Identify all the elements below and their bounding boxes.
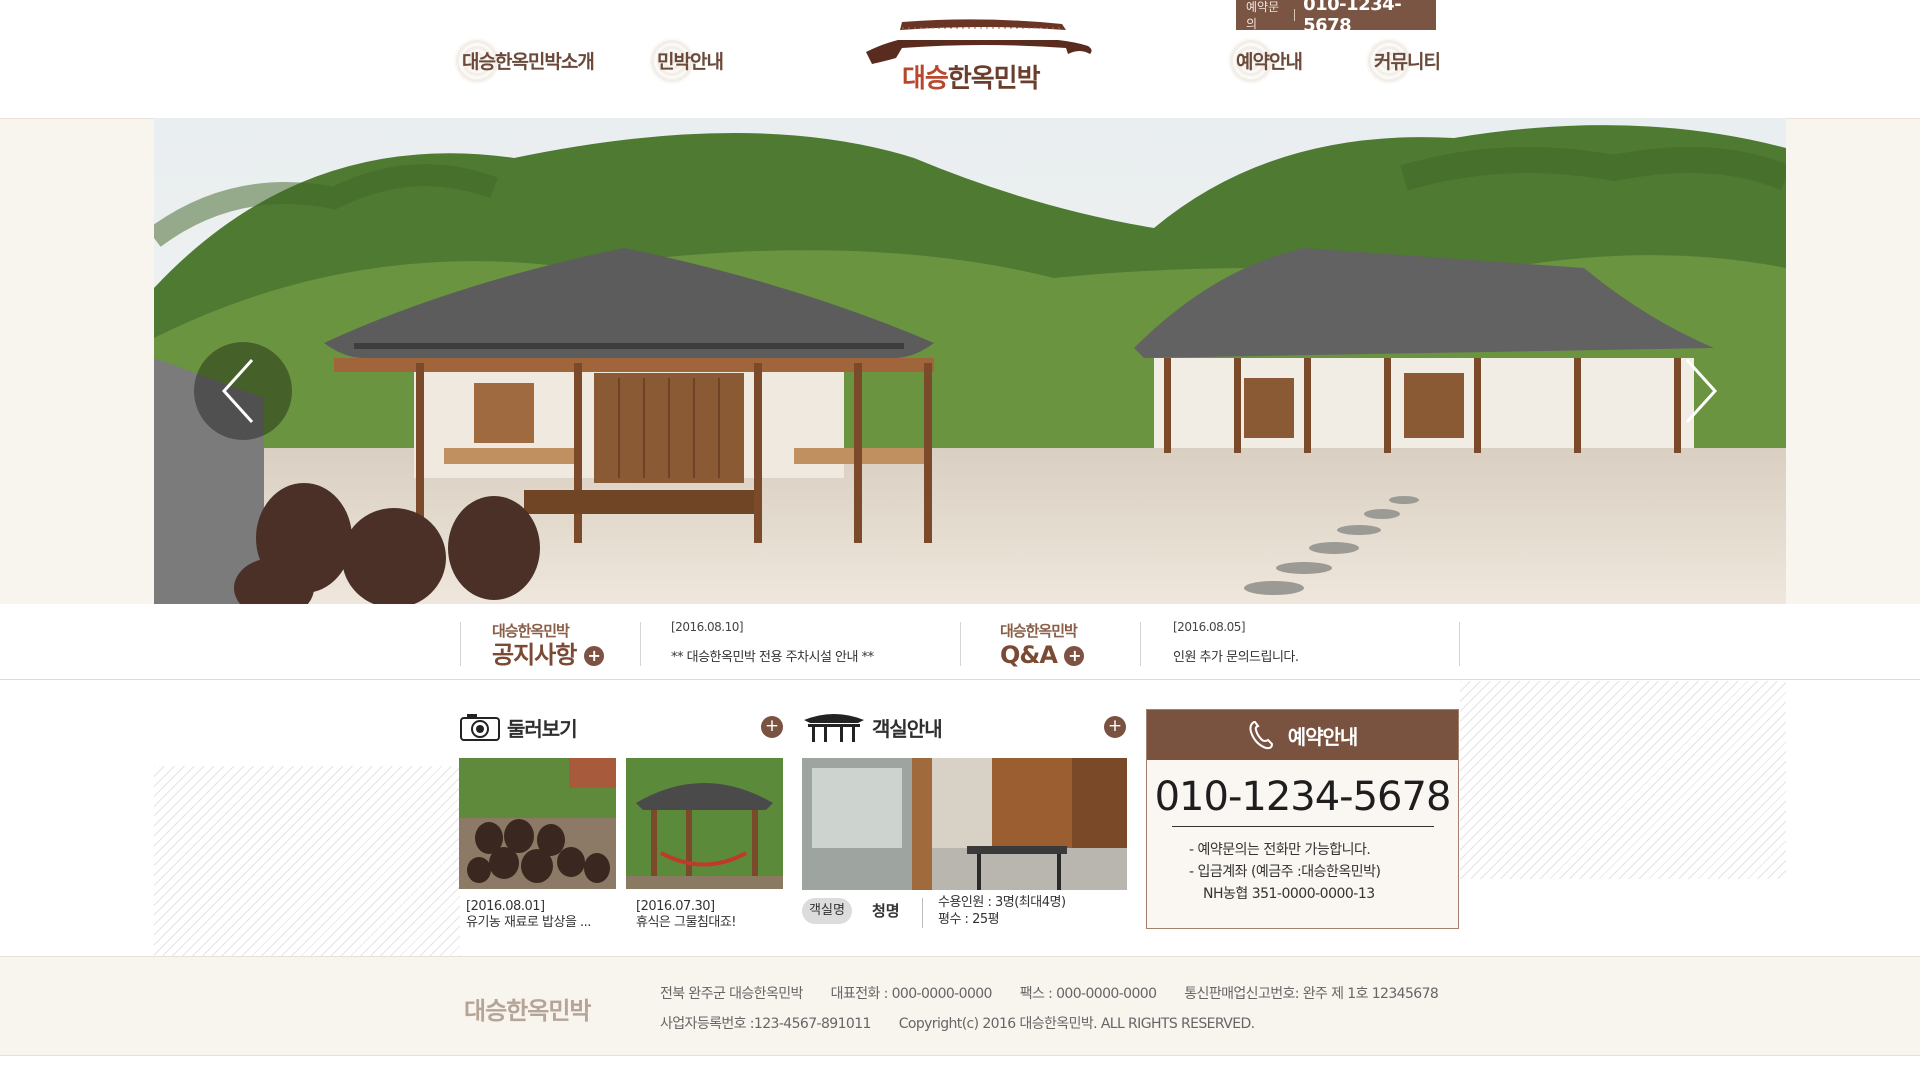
chevron-left-icon	[221, 358, 254, 424]
footer-info-line-1: 전북 완주군 대승한옥민박 대표전화 : 000-0000-0000 팩스 : …	[660, 983, 1462, 1003]
footer-business-no: 사업자등록번호 :123-4567-891011	[660, 1016, 871, 1032]
logo-text: 대승한옥민박	[902, 64, 1041, 94]
site-header: 대승한옥민박소개 민박안내 대승한옥민박 예약문의 010-1234-5678 …	[0, 0, 1920, 118]
nav-guide-label: 민박안내	[657, 50, 724, 73]
reservation-phone: 010-1234-5678	[1154, 774, 1452, 820]
footer-tel: 대표전화 : 000-0000-0000	[830, 986, 993, 1002]
site-logo[interactable]: 대승한옥민박	[862, 18, 1098, 96]
gallery-text-1: 유기농 재료로 밥상을 ...	[466, 915, 591, 930]
qna-latest-item[interactable]: [2016.08.05] 인원 추가 문의드립니다.	[1173, 620, 1299, 666]
notice-latest-item[interactable]: [2016.08.10] ** 대승한옥민박 전용 주차시설 안내 **	[671, 620, 874, 666]
pavilion-icon	[804, 714, 864, 742]
qna-heading-big: Q&A +	[1000, 641, 1085, 669]
notice-heading-big: 공지사항 +	[492, 641, 604, 669]
notice-heading-small: 대승한옥민박	[492, 622, 570, 640]
nav-reservation-label: 예약안내	[1236, 50, 1303, 73]
divider	[1171, 826, 1434, 827]
camera-icon	[460, 714, 500, 741]
reservation-bank-account: NH농협 351-0000-0000-13	[1203, 886, 1375, 902]
hero-slideshow	[154, 118, 1786, 604]
divider	[1140, 622, 1141, 666]
hatch-pattern-left	[154, 766, 460, 956]
divider	[922, 898, 923, 928]
reservation-inquiry-tab[interactable]: 예약문의 010-1234-5678	[1236, 0, 1436, 36]
notice-title: ** 대승한옥민박 전용 주차시설 안내 **	[671, 650, 874, 665]
qna-more-button[interactable]: +	[1064, 646, 1085, 666]
room-name-label: 객실명	[802, 898, 852, 924]
gallery-text-2: 휴식은 그물침대죠!	[636, 915, 737, 930]
nav-community-label: 커뮤니티	[1374, 50, 1441, 73]
divider	[460, 622, 461, 666]
room-capacity: 수용인원 : 3명(최대4명)	[938, 895, 1066, 910]
gallery-thumbnail-1[interactable]	[459, 758, 616, 889]
reservation-inquiry-label: 예약문의	[1246, 0, 1280, 31]
phone-icon	[1249, 721, 1273, 750]
gallery-title[interactable]: 둘러보기	[459, 712, 578, 742]
divider	[1294, 9, 1296, 21]
room-size: 평수 : 25평	[938, 912, 1000, 927]
footer-info-line-2: 사업자등록번호 :123-4567-891011 Copyright(c) 20…	[660, 1013, 1279, 1033]
notice-strip: 대승한옥민박 공지사항 + [2016.08.10] ** 대승한옥민박 전용 …	[0, 604, 1920, 680]
hero-next-button[interactable]	[1647, 342, 1745, 440]
nav-about-label: 대승한옥민박소개	[462, 50, 595, 73]
reservation-box-header[interactable]: 예약안내	[1147, 710, 1458, 760]
hero-hanok-image	[154, 118, 1786, 604]
reservation-box-title: 예약안내	[1287, 724, 1359, 749]
room-photo[interactable]	[802, 758, 1127, 890]
notice-more-button[interactable]: +	[583, 646, 604, 666]
reservation-note-2: - 입금계좌 (예금주 :대승한옥민박)	[1189, 864, 1381, 880]
gallery-title-label: 둘러보기	[507, 716, 578, 741]
hero-prev-button[interactable]	[194, 342, 292, 440]
site-footer: 대승한옥민박 전북 완주군 대승한옥민박 대표전화 : 000-0000-000…	[0, 956, 1920, 1056]
gallery-caption-2[interactable]: [2016.07.30] 휴식은 그물침대죠!	[636, 899, 737, 931]
rooms-more-button[interactable]: +	[1104, 716, 1126, 738]
gallery-date-1: [2016.08.01]	[466, 899, 545, 914]
gallery-more-button[interactable]: +	[761, 716, 783, 738]
nav-guide[interactable]: 민박안내	[649, 36, 724, 84]
room-name-value[interactable]: 청명	[872, 900, 900, 921]
reservation-inquiry-phone: 010-1234-5678	[1303, 0, 1402, 36]
reservation-note-1: - 예약문의는 전화만 가능합니다.	[1189, 842, 1371, 858]
nav-reservation[interactable]: 예약안내	[1228, 36, 1303, 84]
pavilion-photo	[626, 758, 783, 889]
qna-date: [2016.08.05]	[1173, 620, 1246, 634]
footer-fax: 팩스 : 000-0000-0000	[1019, 986, 1157, 1002]
hatch-pattern-right	[1460, 681, 1786, 879]
room-interior-photo	[802, 758, 1127, 890]
footer-logo: 대승한옥민박	[464, 997, 591, 1025]
footer-copyright: Copyright(c) 2016 대승한옥민박. ALL RIGHTS RES…	[898, 1016, 1255, 1032]
qna-title: 인원 추가 문의드립니다.	[1173, 650, 1299, 665]
qna-heading-small: 대승한옥민박	[1000, 622, 1078, 640]
reservation-box: 예약안내 010-1234-5678 - 예약문의는 전화만 가능합니다. - …	[1146, 709, 1459, 929]
nav-about[interactable]: 대승한옥민박소개	[454, 36, 595, 84]
divider	[960, 622, 961, 666]
chevron-right-icon	[1685, 358, 1718, 424]
notice-heading[interactable]: 대승한옥민박 공지사항 +	[492, 620, 604, 669]
room-info: 수용인원 : 3명(최대4명) 평수 : 25평	[938, 894, 1066, 928]
notice-date: [2016.08.10]	[671, 620, 744, 634]
divider	[1459, 622, 1460, 666]
nav-community[interactable]: 커뮤니티	[1366, 36, 1441, 84]
footer-address: 전북 완주군 대승한옥민박	[660, 986, 803, 1002]
rooms-title[interactable]: 객실안내	[802, 710, 943, 744]
gallery-caption-1[interactable]: [2016.08.01] 유기농 재료로 밥상을 ...	[466, 899, 591, 931]
footer-mail-order-no: 통신판매업신고번호: 완주 제 1호 12345678	[1184, 986, 1439, 1002]
qna-heading[interactable]: 대승한옥민박 Q&A +	[1000, 620, 1085, 669]
jars-photo	[459, 758, 616, 889]
rooms-title-label: 객실안내	[872, 716, 943, 741]
divider	[640, 622, 641, 666]
gallery-thumbnail-2[interactable]	[626, 758, 783, 889]
gallery-date-2: [2016.07.30]	[636, 899, 715, 914]
